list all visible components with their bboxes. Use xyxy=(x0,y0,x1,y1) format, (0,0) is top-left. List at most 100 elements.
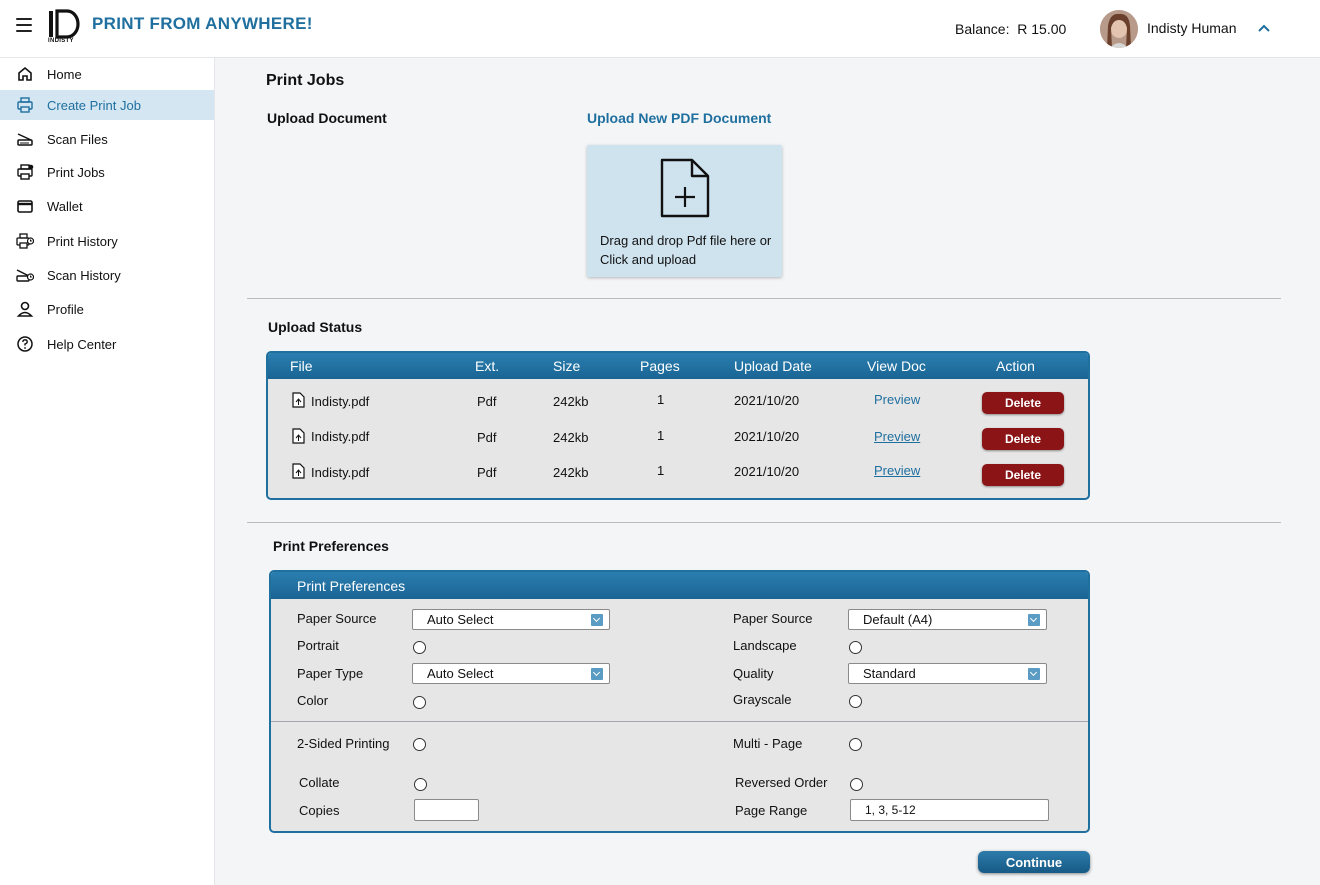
column-header-upload-date: Upload Date xyxy=(734,358,812,374)
page-title: Print Jobs xyxy=(266,72,345,89)
sidebar-item-label: Create Print Job xyxy=(47,97,141,113)
preview-link[interactable]: Preview xyxy=(874,429,920,444)
upload-new-pdf-link[interactable]: Upload New PDF Document xyxy=(587,110,771,126)
menu-icon[interactable] xyxy=(16,18,32,32)
sidebar-item-wallet[interactable]: Wallet xyxy=(0,191,214,221)
sidebar-item-label: Scan Files xyxy=(47,131,108,147)
upload-status-table: File Ext. Size Pages Upload Date View Do… xyxy=(266,351,1090,500)
chevron-down-icon xyxy=(1028,614,1040,626)
quality-label: Quality xyxy=(733,666,774,681)
reversed-order-radio[interactable] xyxy=(850,778,863,791)
sidebar-item-label: Scan History xyxy=(47,267,121,283)
delete-button[interactable]: Delete xyxy=(982,464,1064,486)
paper-source-value: Auto Select xyxy=(427,612,494,627)
panel-header: Print Preferences xyxy=(271,572,1088,599)
cell-ext: Pdf xyxy=(477,394,497,409)
sidebar-item-scan-files[interactable]: Scan Files xyxy=(0,124,214,154)
sidebar-item-profile[interactable]: Profile xyxy=(0,294,214,324)
wallet-icon xyxy=(16,197,34,215)
multi-page-label: Multi - Page xyxy=(733,736,803,751)
chevron-down-icon xyxy=(591,614,603,626)
multi-page-radio[interactable] xyxy=(849,738,862,751)
sidebar-item-create-print-job[interactable]: Create Print Job xyxy=(0,90,214,120)
landscape-label: Landscape xyxy=(733,638,797,653)
cell-ext: Pdf xyxy=(477,465,497,480)
add-document-icon xyxy=(660,158,710,218)
cell-file: Indisty.pdf xyxy=(311,429,370,444)
cell-upload-date: 2021/10/20 xyxy=(734,393,800,408)
copies-input[interactable] xyxy=(414,799,479,821)
cell-file: Indisty.pdf xyxy=(311,465,370,480)
delete-button[interactable]: Delete xyxy=(982,428,1064,450)
sidebar-item-help-center[interactable]: Help Center xyxy=(0,329,214,359)
sidebar-item-print-jobs[interactable]: Print Jobs xyxy=(0,157,214,187)
home-icon xyxy=(16,65,34,83)
column-header-action: Action xyxy=(996,358,1035,374)
sidebar-item-label: Print History xyxy=(47,233,118,249)
collate-radio[interactable] xyxy=(414,778,427,791)
grayscale-radio[interactable] xyxy=(849,695,862,708)
avatar[interactable] xyxy=(1100,10,1138,48)
collate-label: Collate xyxy=(299,775,340,790)
pdf-file-icon xyxy=(292,463,305,479)
user-icon xyxy=(16,300,34,318)
paper-size-select[interactable]: Default (A4) xyxy=(848,609,1047,630)
cell-upload-date: 2021/10/20 xyxy=(734,429,800,444)
divider xyxy=(247,298,1281,299)
quality-select[interactable]: Standard xyxy=(848,663,1047,684)
copies-label: Copies xyxy=(299,803,340,818)
sidebar-item-label: Wallet xyxy=(47,198,83,214)
column-header-file: File xyxy=(290,358,313,374)
column-header-pages: Pages xyxy=(640,358,680,374)
sidebar-item-label: Print Jobs xyxy=(47,164,105,180)
portrait-label: Portrait xyxy=(297,638,339,653)
chevron-down-icon xyxy=(591,668,603,680)
cell-ext: Pdf xyxy=(477,430,497,445)
print-preferences-panel: Print Preferences Paper Source Auto Sele… xyxy=(269,570,1090,833)
sidebar-item-label: Help Center xyxy=(47,336,117,352)
cell-file: Indisty.pdf xyxy=(311,394,370,409)
balance-label: Balance: xyxy=(955,21,1010,37)
sidebar: Home Create Print Job Scan Files Print J… xyxy=(0,58,215,885)
scanner-icon xyxy=(16,130,34,148)
pdf-file-icon xyxy=(292,428,305,444)
cell-pages: 1 xyxy=(657,463,665,478)
paper-source-select[interactable]: Auto Select xyxy=(412,609,610,630)
page-range-input[interactable]: 1, 3, 5-12 xyxy=(850,799,1049,821)
two-sided-label: 2-Sided Printing xyxy=(297,736,390,751)
two-sided-radio[interactable] xyxy=(413,738,426,751)
upload-document-heading: Upload Document xyxy=(267,110,387,126)
landscape-radio[interactable] xyxy=(849,641,862,654)
sidebar-item-label: Profile xyxy=(47,301,84,317)
user-name[interactable]: Indisty Human xyxy=(1147,20,1236,36)
panel-divider xyxy=(271,721,1088,722)
paper-source-label: Paper Source xyxy=(297,611,377,626)
cell-pages: 1 xyxy=(657,392,665,407)
reversed-order-label: Reversed Order xyxy=(735,775,828,790)
color-radio[interactable] xyxy=(413,696,426,709)
chevron-up-icon[interactable] xyxy=(1257,22,1271,36)
chevron-down-icon xyxy=(1028,668,1040,680)
sidebar-item-print-history[interactable]: Print History xyxy=(0,226,214,256)
scan-history-icon xyxy=(16,266,34,284)
divider xyxy=(247,522,1281,523)
page-range-label: Page Range xyxy=(735,803,808,818)
top-bar: INDISTY PRINT FROM ANYWHERE! Balance: R … xyxy=(0,0,1320,58)
delete-button[interactable]: Delete xyxy=(982,392,1064,414)
preview-link[interactable]: Preview xyxy=(874,392,920,407)
column-header-size: Size xyxy=(553,358,581,374)
paper-type-select[interactable]: Auto Select xyxy=(412,663,610,684)
pdf-dropzone[interactable]: Drag and drop Pdf file here or Click and… xyxy=(587,145,782,277)
cell-size: 242kb xyxy=(553,430,589,445)
paper-type-value: Auto Select xyxy=(427,666,494,681)
balance-value: R 15.00 xyxy=(1017,21,1067,37)
grayscale-label: Grayscale xyxy=(733,692,792,707)
continue-button[interactable]: Continue xyxy=(978,851,1090,873)
sidebar-item-scan-history[interactable]: Scan History xyxy=(0,260,214,290)
sidebar-item-home[interactable]: Home xyxy=(0,59,214,89)
app-title: PRINT FROM ANYWHERE! xyxy=(92,14,313,33)
print-preferences-heading: Print Preferences xyxy=(273,538,389,554)
upload-status-heading: Upload Status xyxy=(268,319,363,335)
preview-link[interactable]: Preview xyxy=(874,463,920,478)
portrait-radio[interactable] xyxy=(413,641,426,654)
